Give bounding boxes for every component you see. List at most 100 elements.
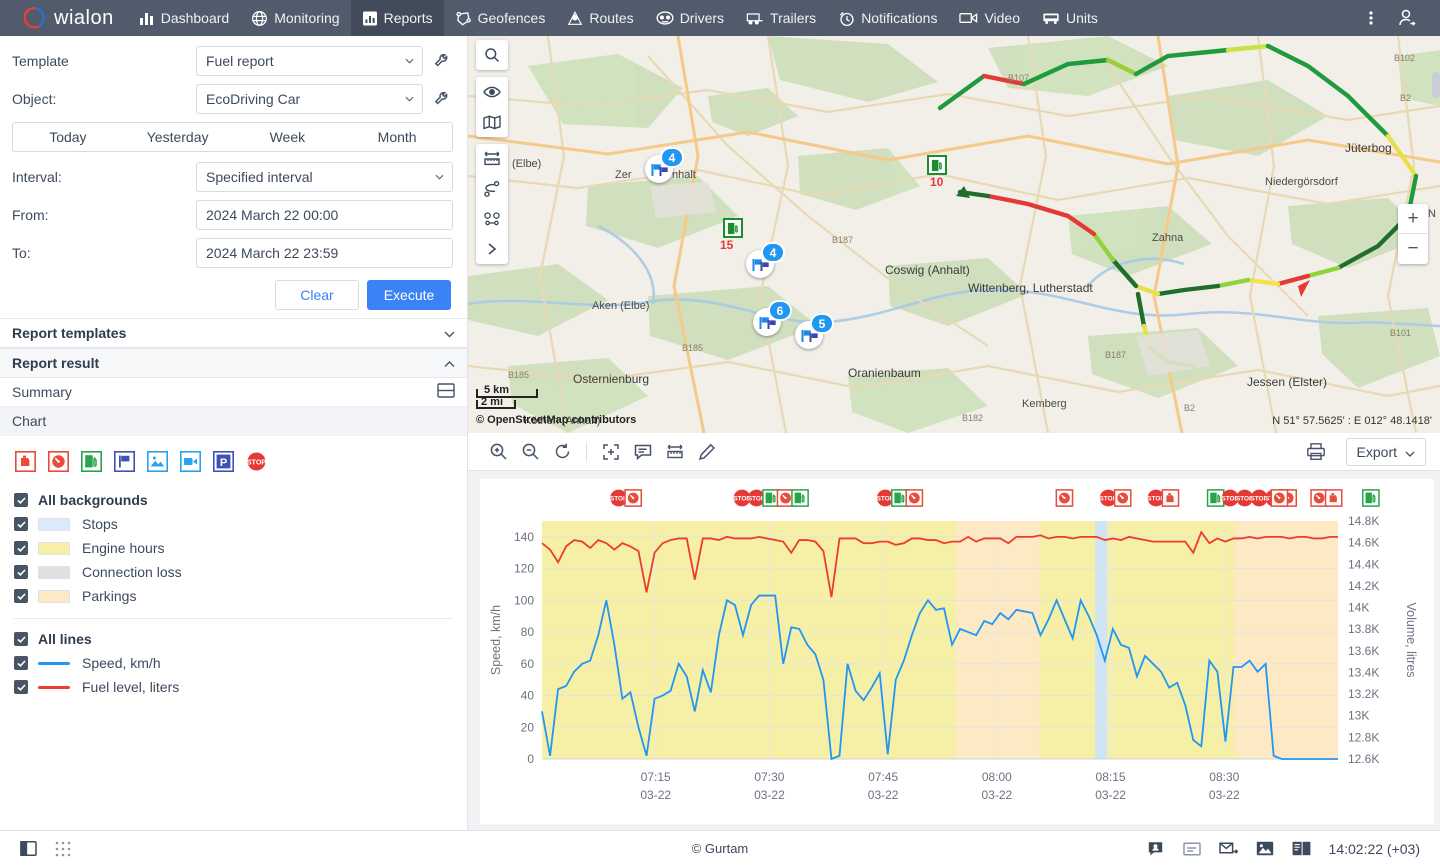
- template-settings-button[interactable]: [431, 53, 453, 69]
- legend-row-engine-hours[interactable]: Engine hours: [14, 536, 453, 560]
- stop-sign-icon[interactable]: STOP: [245, 450, 267, 472]
- result-row-summary[interactable]: Summary: [0, 378, 467, 407]
- legend-row-stops[interactable]: Stops: [14, 512, 453, 536]
- table-split-icon[interactable]: [437, 383, 455, 401]
- pencil-icon[interactable]: [691, 436, 723, 468]
- map-panel[interactable]: + − Niemegk Raben Jüterbog Niedergörsdor…: [468, 36, 1440, 433]
- chart-event-fuel-fill-icon[interactable]: [1162, 490, 1178, 506]
- nav-item-notifications[interactable]: Notifications: [827, 0, 948, 36]
- checkbox-parkings[interactable]: [14, 589, 28, 603]
- map-zoom-out-button[interactable]: −: [1398, 234, 1428, 264]
- speeding-gauge-icon[interactable]: [47, 450, 69, 472]
- distance-ruler-icon[interactable]: [476, 144, 508, 174]
- chart-container[interactable]: 02040608010012014012.6K12.8K13K13.2K13.4…: [480, 479, 1434, 824]
- checkbox-all-backgrounds[interactable]: [14, 493, 28, 507]
- interval-select[interactable]: Specified interval: [196, 162, 453, 192]
- two-points-icon[interactable]: [476, 204, 508, 234]
- layout-panel-icon[interactable]: [1292, 841, 1311, 856]
- eye-icon[interactable]: [476, 77, 508, 107]
- chart-event-speeding-gauge-icon[interactable]: [1271, 490, 1287, 506]
- checkbox-stops[interactable]: [14, 517, 28, 531]
- checkbox-all-lines[interactable]: [14, 632, 28, 646]
- brand-logo-group[interactable]: wialon: [0, 6, 128, 30]
- clear-button[interactable]: Clear: [275, 280, 359, 310]
- chart-event-speeding-gauge-icon[interactable]: [1056, 490, 1072, 506]
- legend-row-parkings[interactable]: Parkings: [14, 584, 453, 608]
- legend-row-fuel-level[interactable]: Fuel level, liters: [14, 675, 453, 699]
- reset-zoom-icon[interactable]: [546, 436, 578, 468]
- chart-event-speeding-gauge-icon[interactable]: [906, 490, 922, 506]
- chart-event-speeding-gauge-icon[interactable]: [1115, 490, 1131, 506]
- track-route-icon[interactable]: [476, 174, 508, 204]
- mail-send-icon[interactable]: [1219, 841, 1238, 856]
- export-button[interactable]: Export: [1346, 438, 1426, 466]
- parking-icon[interactable]: P: [212, 450, 234, 472]
- log-panel-icon[interactable]: [1183, 842, 1201, 856]
- map-marker-cluster[interactable]: 4: [746, 250, 774, 278]
- nav-item-trailers[interactable]: Trailers: [735, 0, 827, 36]
- nav-item-geofences[interactable]: Geofences: [444, 0, 557, 36]
- legend-all-lines[interactable]: All lines: [14, 627, 453, 651]
- template-select[interactable]: Fuel report: [196, 46, 423, 76]
- execute-button[interactable]: Execute: [367, 280, 451, 310]
- nav-item-video[interactable]: Video: [948, 0, 1031, 36]
- layers-map-icon[interactable]: [476, 107, 508, 137]
- measure-icon[interactable]: [659, 436, 691, 468]
- fuel-station-icon[interactable]: [80, 450, 102, 472]
- quick-range-yesterday[interactable]: Yesterday: [123, 123, 233, 151]
- checkbox-connection-loss[interactable]: [14, 565, 28, 579]
- nav-item-monitoring[interactable]: Monitoring: [240, 0, 350, 36]
- expand-chevron-icon[interactable]: [476, 234, 508, 264]
- zoom-in-icon[interactable]: [482, 436, 514, 468]
- legend-row-connection-loss[interactable]: Connection loss: [14, 560, 453, 584]
- zoom-out-icon[interactable]: [514, 436, 546, 468]
- kebab-menu-icon[interactable]: [1360, 7, 1382, 29]
- checkbox-fuel-level[interactable]: [14, 680, 28, 694]
- accordion-report-result[interactable]: Report result: [0, 348, 467, 378]
- apps-grid-icon[interactable]: [55, 841, 71, 857]
- map-marker-cluster[interactable]: 4: [645, 155, 673, 183]
- flag-icon[interactable]: [113, 450, 135, 472]
- printer-icon[interactable]: [1300, 436, 1332, 468]
- search-icon[interactable]: [476, 40, 508, 70]
- chart-event-fuel-fill-icon[interactable]: [1326, 490, 1342, 506]
- checkbox-engine-hours[interactable]: [14, 541, 28, 555]
- map-attribution[interactable]: © OpenStreetMap contributors: [476, 414, 636, 426]
- to-date-input[interactable]: 2024 March 22 23:59: [196, 238, 453, 268]
- image-icon[interactable]: [146, 450, 168, 472]
- nav-item-drivers[interactable]: Drivers: [645, 0, 735, 36]
- object-settings-button[interactable]: [431, 91, 453, 107]
- speed-fuel-chart[interactable]: 02040608010012014012.6K12.8K13K13.2K13.4…: [480, 479, 1434, 824]
- video-icon[interactable]: [179, 450, 201, 472]
- accordion-report-templates[interactable]: Report templates: [0, 318, 467, 348]
- fuel-fill-icon[interactable]: [14, 450, 36, 472]
- from-date-input[interactable]: 2024 March 22 00:00: [196, 200, 453, 230]
- quick-range-month[interactable]: Month: [342, 123, 452, 151]
- legend-all-backgrounds[interactable]: All backgrounds: [14, 488, 453, 512]
- panel-toggle-icon[interactable]: [20, 840, 37, 857]
- nav-item-dashboard[interactable]: Dashboard: [128, 0, 241, 36]
- map-zoom-in-button[interactable]: +: [1398, 204, 1428, 234]
- map-marker-cluster[interactable]: 5: [795, 321, 823, 349]
- chart-event-fuel-station-icon[interactable]: [1363, 490, 1379, 506]
- user-account-icon[interactable]: [1396, 7, 1418, 29]
- map-marker-fuel[interactable]: 10: [927, 155, 947, 175]
- fullscreen-icon[interactable]: [595, 436, 627, 468]
- quick-range-week[interactable]: Week: [233, 123, 343, 151]
- result-row-chart[interactable]: Chart: [0, 407, 467, 436]
- chart-event-fuel-station-icon[interactable]: [792, 490, 808, 506]
- nav-item-units[interactable]: Units: [1031, 0, 1109, 36]
- object-select[interactable]: EcoDriving Car: [196, 84, 423, 114]
- chart-event-speeding-gauge-icon[interactable]: [625, 490, 641, 506]
- legend-row-speed[interactable]: Speed, km/h: [14, 651, 453, 675]
- nav-item-routes[interactable]: Routes: [556, 0, 644, 36]
- nav-item-reports[interactable]: Reports: [351, 0, 444, 36]
- checkbox-speed[interactable]: [14, 656, 28, 670]
- image-panel-icon[interactable]: [1256, 841, 1274, 856]
- map-marker-cluster[interactable]: 6: [753, 308, 781, 336]
- map-marker-fuel[interactable]: 15: [723, 218, 743, 238]
- quick-range-today[interactable]: Today: [13, 123, 123, 151]
- map-scrollbar[interactable]: [1432, 72, 1440, 98]
- user-message-icon[interactable]: [1148, 841, 1165, 857]
- annotation-icon[interactable]: [627, 436, 659, 468]
